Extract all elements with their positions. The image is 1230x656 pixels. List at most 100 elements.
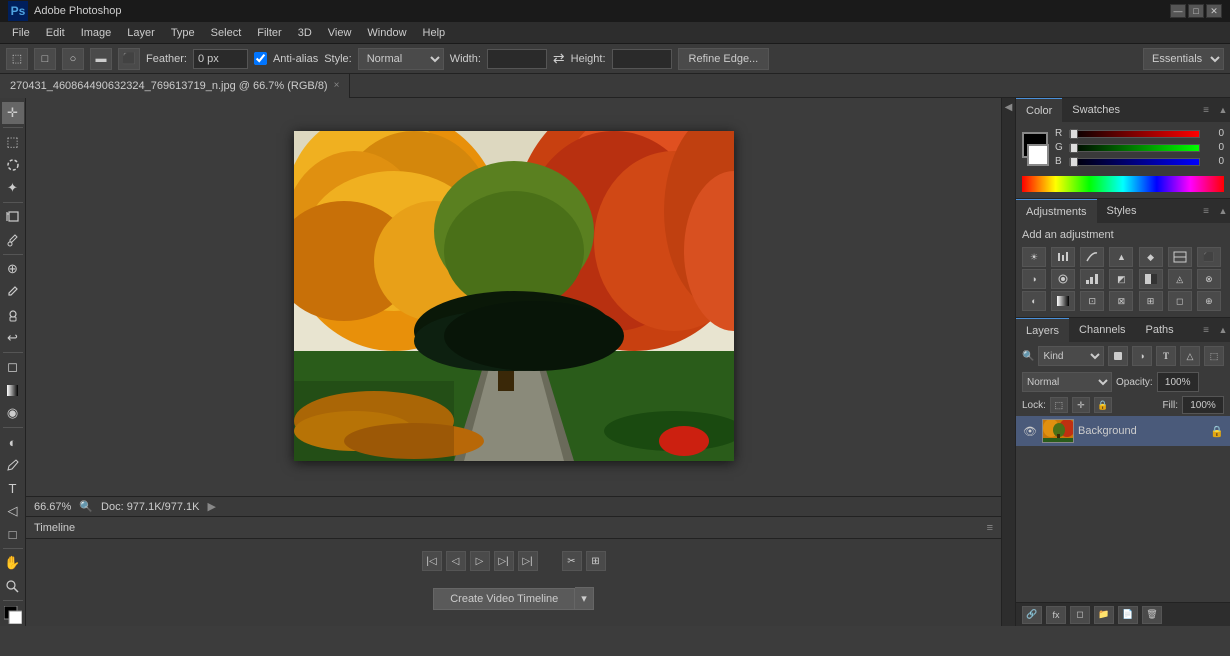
tab-adjustments[interactable]: Adjustments [1016, 199, 1097, 223]
hand-tool[interactable]: ✋ [2, 552, 24, 574]
channelmixer-icon[interactable] [1080, 269, 1104, 289]
green-slider[interactable] [1069, 144, 1200, 152]
tab-swatches[interactable]: Swatches [1062, 98, 1130, 122]
tab-color[interactable]: Color [1016, 98, 1062, 122]
step-forward-btn[interactable]: ▷| [494, 551, 514, 571]
layer-filter-pixel-icon[interactable] [1108, 346, 1128, 366]
text-tool[interactable]: T [2, 477, 24, 499]
adjustment-icon-15[interactable]: ⊕ [1197, 291, 1221, 311]
blend-mode-select[interactable]: Normal Multiply Screen Overlay [1022, 372, 1112, 392]
new-layer-button[interactable]: 📄 [1118, 606, 1138, 624]
posterize-icon[interactable]: ◬ [1168, 269, 1192, 289]
layer-filter-shape-icon[interactable]: △ [1180, 346, 1200, 366]
menu-window[interactable]: Window [359, 25, 414, 41]
invert-icon[interactable] [1139, 269, 1163, 289]
fill-input[interactable] [1182, 396, 1224, 414]
tool-options-icon[interactable]: ⬚ [6, 48, 28, 70]
menu-edit[interactable]: Edit [38, 25, 73, 41]
bw-icon[interactable]: ◑ [1022, 269, 1046, 289]
refine-edge-button[interactable]: Refine Edge... [678, 48, 770, 70]
tab-close-button[interactable]: × [334, 80, 340, 91]
opacity-input[interactable] [1157, 372, 1199, 392]
color-spectrum[interactable] [1022, 176, 1224, 192]
menu-layer[interactable]: Layer [119, 25, 163, 41]
minimize-button[interactable]: — [1170, 4, 1186, 18]
colorlookup-icon[interactable]: ◩ [1109, 269, 1133, 289]
adjustments-panel-menu-icon[interactable]: ≡ [1196, 201, 1216, 221]
background-swatch[interactable] [1027, 144, 1049, 166]
threshold-icon[interactable]: ⊗ [1197, 269, 1221, 289]
exposure-icon[interactable]: ▲ [1109, 247, 1133, 267]
magic-wand-tool[interactable]: ✦ [2, 177, 24, 199]
height-input[interactable] [612, 49, 672, 69]
levels-icon[interactable] [1051, 247, 1075, 267]
hsl-icon[interactable] [1168, 247, 1192, 267]
vibrance-icon[interactable]: ◆ [1139, 247, 1163, 267]
tab-paths[interactable]: Paths [1136, 318, 1184, 342]
pattern-fill-icon[interactable]: ⊞ [1139, 291, 1163, 311]
brightness-contrast-icon[interactable]: ☀ [1022, 247, 1046, 267]
crop-tool[interactable] [2, 206, 24, 228]
layer-fx-button[interactable]: fx [1046, 606, 1066, 624]
lock-position-icon[interactable]: ✛ [1072, 397, 1090, 413]
rect-marquee-btn[interactable]: □ [34, 48, 56, 70]
close-button[interactable]: ✕ [1206, 4, 1222, 18]
single-row-btn[interactable]: ▬ [90, 48, 112, 70]
color-panel-menu-icon[interactable]: ≡ [1196, 100, 1216, 120]
menu-file[interactable]: File [4, 25, 38, 41]
curves-icon[interactable] [1080, 247, 1104, 267]
solidcolor-icon[interactable]: ⊡ [1080, 291, 1104, 311]
document-tab[interactable]: 270431_460864490632324_769613719_n.jpg @… [0, 74, 350, 98]
eraser-tool[interactable]: ◻ [2, 356, 24, 378]
step-back-btn[interactable]: ◁ [446, 551, 466, 571]
go-to-first-frame-btn[interactable]: |◁ [422, 551, 442, 571]
menu-type[interactable]: Type [163, 25, 203, 41]
layers-collapse-icon[interactable]: ▲ [1216, 323, 1230, 337]
photofilter-icon[interactable] [1051, 269, 1075, 289]
ellipse-marquee-btn[interactable]: ○ [62, 48, 84, 70]
pen-tool[interactable] [2, 454, 24, 476]
collapse-panels-button[interactable]: ◀ [1005, 98, 1013, 117]
lock-pixels-icon[interactable]: ⬚ [1050, 397, 1068, 413]
swap-icon[interactable]: ⇄ [553, 50, 565, 67]
single-col-btn[interactable]: ⬛ [118, 48, 140, 70]
new-group-button[interactable]: 📁 [1094, 606, 1114, 624]
gradient-fill-icon[interactable]: ⊠ [1109, 291, 1133, 311]
maximize-button[interactable]: □ [1188, 4, 1204, 18]
tab-channels[interactable]: Channels [1069, 318, 1135, 342]
split-btn[interactable]: ⊞ [586, 551, 606, 571]
stamp-tool[interactable] [2, 304, 24, 326]
title-bar-controls[interactable]: — □ ✕ [1170, 4, 1222, 18]
eyedropper-tool[interactable] [2, 229, 24, 251]
history-brush-tool[interactable]: ↩ [2, 327, 24, 349]
menu-select[interactable]: Select [203, 25, 250, 41]
new-mask-button[interactable]: ◻ [1070, 606, 1090, 624]
menu-help[interactable]: Help [415, 25, 454, 41]
selectivecolor-icon[interactable]: ◐ [1022, 291, 1046, 311]
color-panel-collapse-icon[interactable]: ▲ [1216, 103, 1230, 117]
colorbalance-icon[interactable]: ⬛ [1197, 247, 1221, 267]
create-timeline-dropdown-button[interactable]: ▾ [575, 587, 594, 610]
lasso-tool[interactable] [2, 154, 24, 176]
canvas-workspace[interactable] [26, 98, 1001, 496]
layers-panel-menu-icon[interactable]: ≡ [1196, 320, 1216, 340]
blur-tool[interactable]: ◉ [2, 402, 24, 424]
workspace-select[interactable]: Essentials Design Motion Painting [1143, 48, 1224, 70]
go-to-last-frame-btn[interactable]: ▷| [518, 551, 538, 571]
menu-3d[interactable]: 3D [290, 25, 320, 41]
foreground-color[interactable] [2, 604, 24, 626]
shape-tool[interactable]: □ [2, 523, 24, 545]
adjustments-collapse-icon[interactable]: ▲ [1216, 204, 1230, 218]
dodge-tool[interactable]: ◐ [2, 431, 24, 453]
gradient-tool[interactable] [2, 379, 24, 401]
layer-visibility-icon[interactable]: 👁 [1022, 423, 1038, 439]
status-arrow[interactable]: ▶ [207, 500, 215, 513]
blue-slider[interactable] [1069, 158, 1200, 166]
gradientmap-icon[interactable] [1051, 291, 1075, 311]
menu-view[interactable]: View [320, 25, 360, 41]
lock-all-icon[interactable]: 🔒 [1094, 397, 1112, 413]
red-slider[interactable] [1069, 130, 1200, 138]
tab-layers[interactable]: Layers [1016, 318, 1069, 342]
delete-layer-button[interactable]: 🗑 [1142, 606, 1162, 624]
brush-tool[interactable] [2, 281, 24, 303]
